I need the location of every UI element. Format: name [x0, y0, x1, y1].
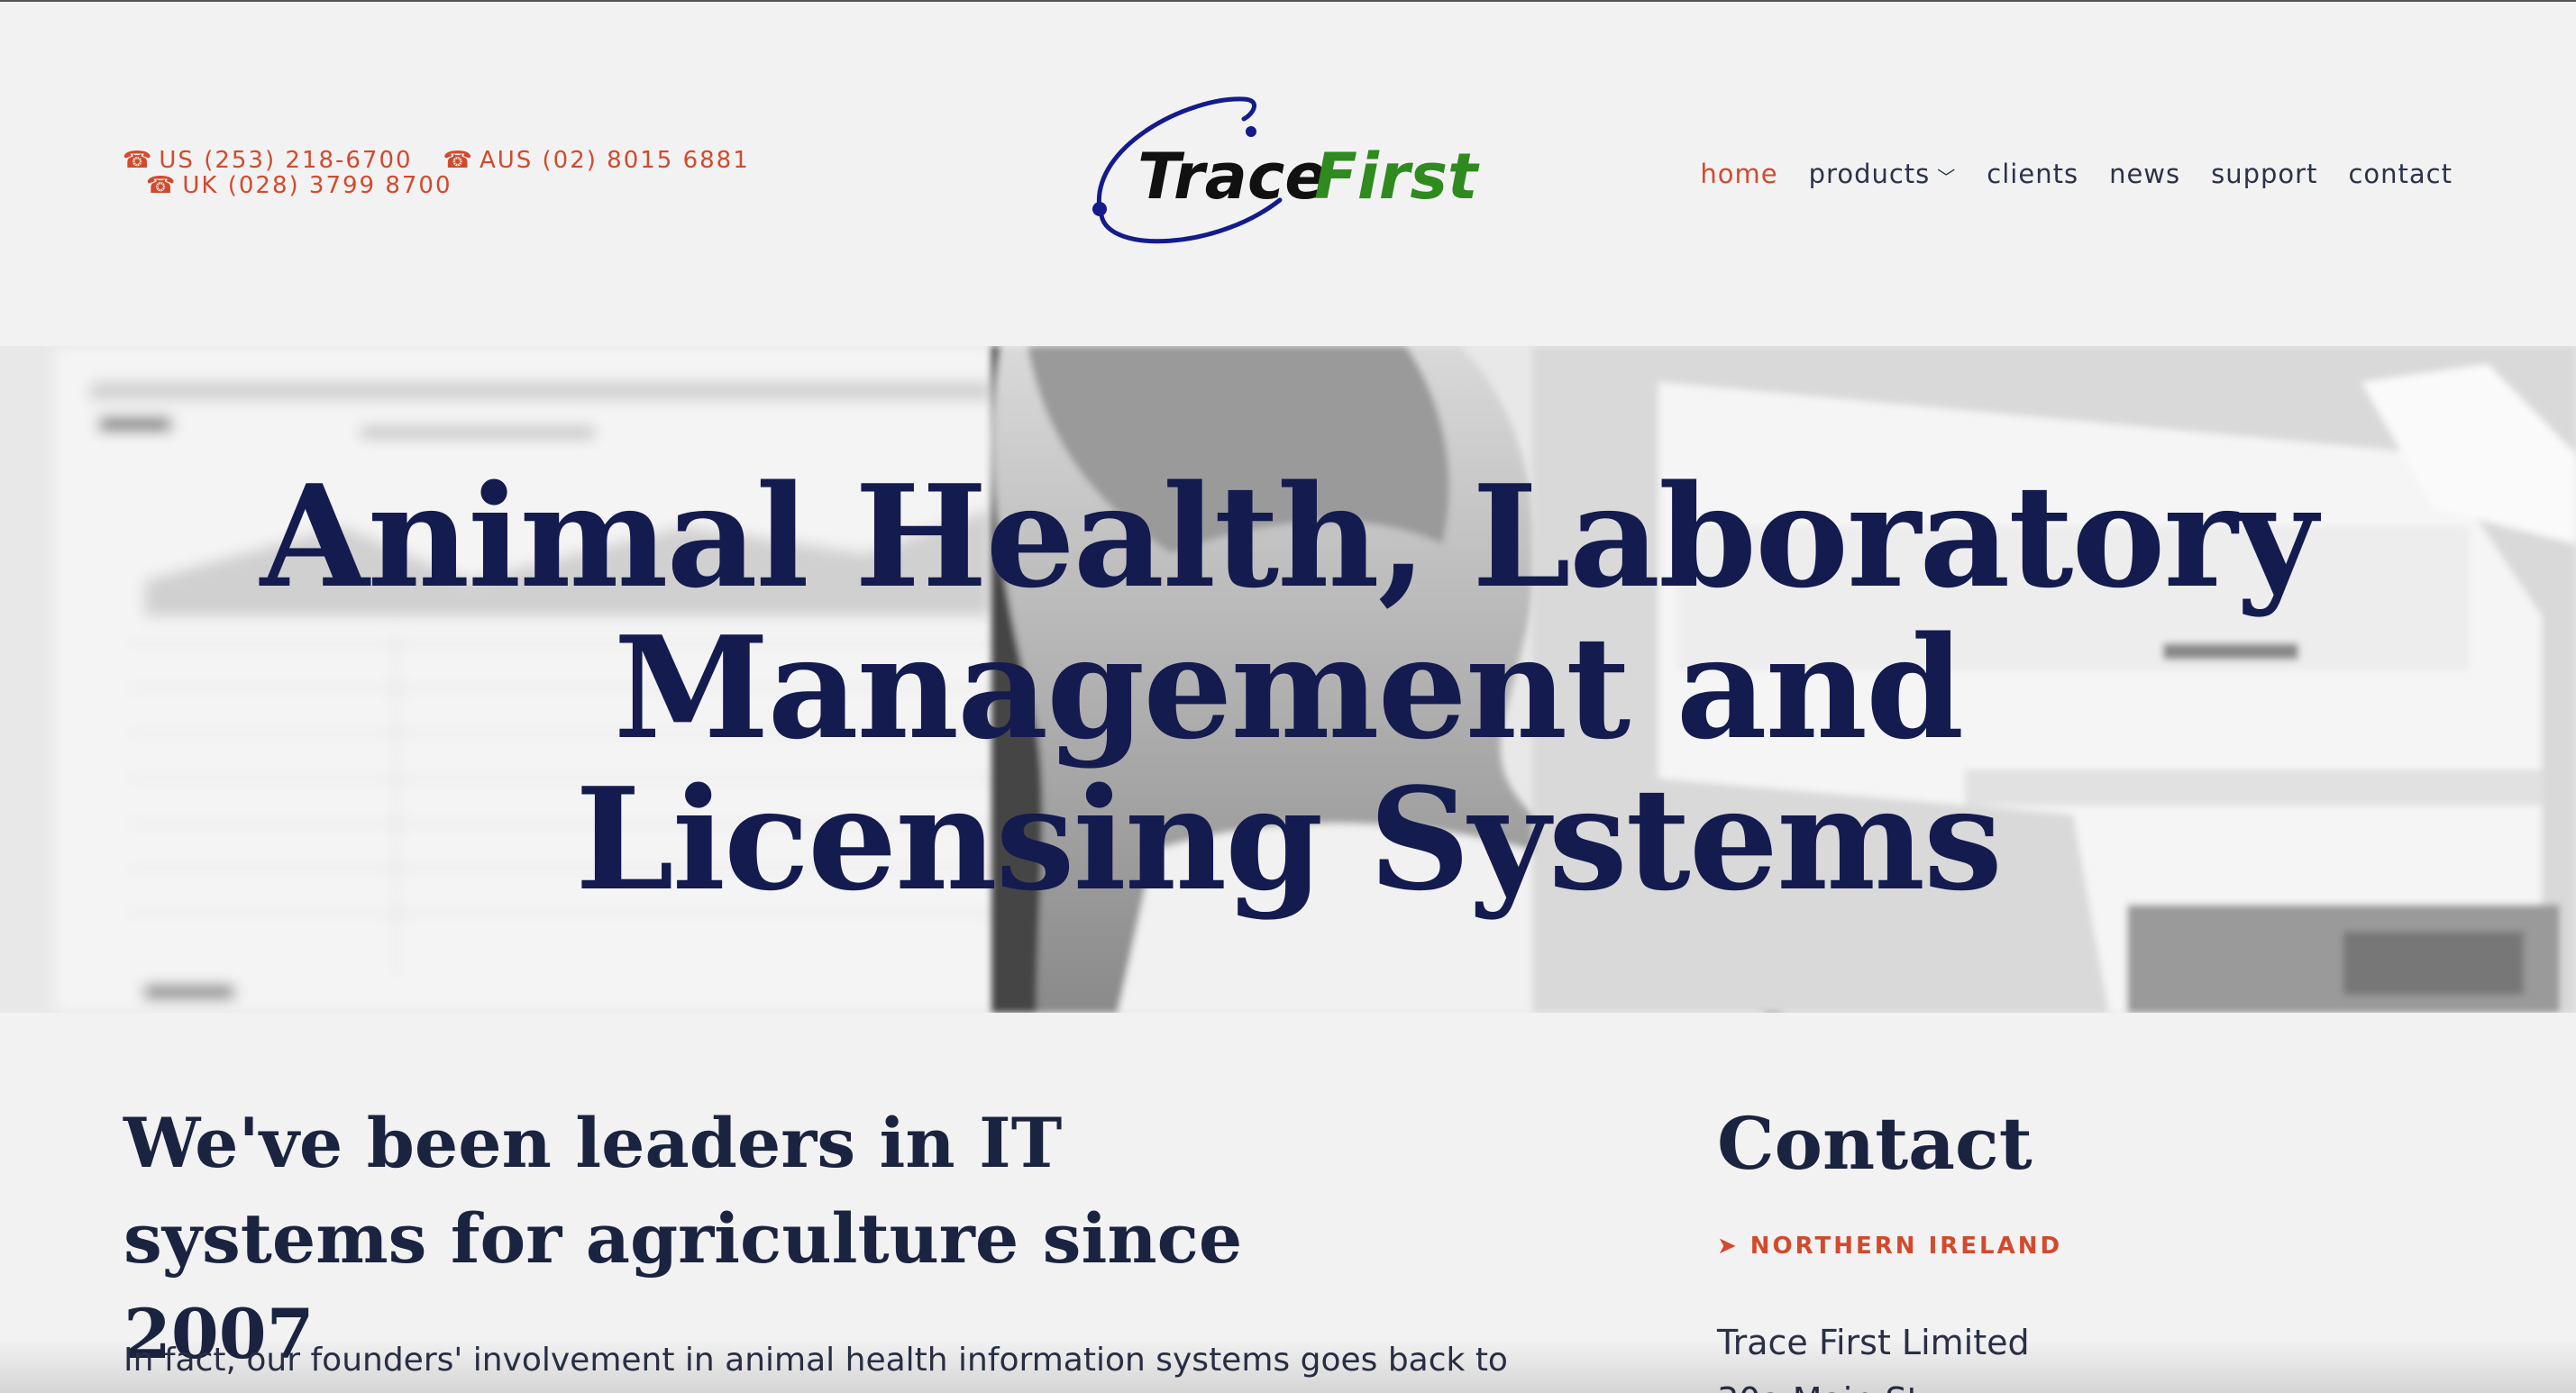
nav-home[interactable]: home — [1700, 159, 1777, 189]
arrow-right-icon: ➤ — [1717, 1233, 1740, 1260]
nav-home-label: home — [1700, 159, 1778, 189]
svg-text:First: First — [1314, 140, 1480, 214]
contact-address-line-1: Trace First Limited — [1717, 1323, 2030, 1362]
site-header: ☎ US (253) 218-6700 ☎ AUS (02) 8015 6881… — [0, 2, 2576, 346]
phone-link-us[interactable]: ☎ US (253) 218-6700 — [123, 148, 413, 173]
contact-heading: Contact — [1717, 1101, 2032, 1186]
hero-title: Animal Health, Laboratory Management and… — [0, 461, 2576, 915]
phone-link-uk[interactable]: ☎ UK (028) 3799 8700 — [146, 173, 452, 198]
hero-title-line-1: Animal Health, Laboratory — [260, 454, 2318, 619]
contact-address-line-2: 30a Main St — [1717, 1379, 1921, 1393]
hero-title-line-3: Licensing Systems — [575, 757, 2003, 922]
svg-text:Trace: Trace — [1137, 140, 1328, 214]
nav-news-label: news — [2109, 159, 2181, 189]
nav-clients-label: clients — [1987, 159, 2079, 189]
nav-clients[interactable]: clients — [1987, 159, 2078, 189]
contact-region-toggle[interactable]: ➤ NORTHERN IRELAND — [1717, 1233, 2062, 1260]
tracefirst-logo: Trace First — [1092, 96, 1480, 244]
nav-products-label: products — [1808, 159, 1931, 189]
phone-icon: ☎ — [123, 147, 154, 174]
phone-icon: ☎ — [443, 147, 474, 174]
intro-paragraph: In fact, our founders' involvement in an… — [123, 1342, 1508, 1379]
phone-label-aus: AUS (02) 8015 6881 — [479, 147, 750, 174]
nav-support[interactable]: support — [2211, 159, 2317, 189]
phone-link-aus[interactable]: ☎ AUS (02) 8015 6881 — [443, 148, 750, 173]
nav-news[interactable]: news — [2109, 159, 2180, 189]
phone-numbers: ☎ US (253) 218-6700 ☎ AUS (02) 8015 6881… — [123, 148, 750, 198]
hero-banner: Animal Health, Laboratory Management and… — [0, 346, 2576, 1013]
hero-title-line-2: Management and — [613, 605, 1964, 770]
phone-label-us: US (253) 218-6700 — [159, 147, 413, 174]
contact-region-label: NORTHERN IRELAND — [1749, 1233, 2063, 1260]
main-content: We've been leaders in IT systems for agr… — [0, 1013, 2576, 1393]
nav-products[interactable]: products ﹀ — [1809, 159, 1957, 189]
nav-contact[interactable]: contact — [2348, 159, 2453, 189]
phone-row-1: ☎ US (253) 218-6700 ☎ AUS (02) 8015 6881 — [123, 148, 750, 173]
site-logo[interactable]: Trace First — [1082, 92, 1496, 263]
nav-support-label: support — [2211, 159, 2318, 189]
chevron-down-icon: ﹀ — [1937, 166, 1957, 188]
phone-label-uk: UK (028) 3799 8700 — [182, 172, 452, 199]
phone-icon: ☎ — [146, 172, 178, 199]
nav-contact-label: contact — [2348, 159, 2453, 189]
main-nav: home products ﹀ clients news support con… — [1700, 159, 2453, 189]
phone-row-2: ☎ UK (028) 3799 8700 — [123, 173, 750, 198]
